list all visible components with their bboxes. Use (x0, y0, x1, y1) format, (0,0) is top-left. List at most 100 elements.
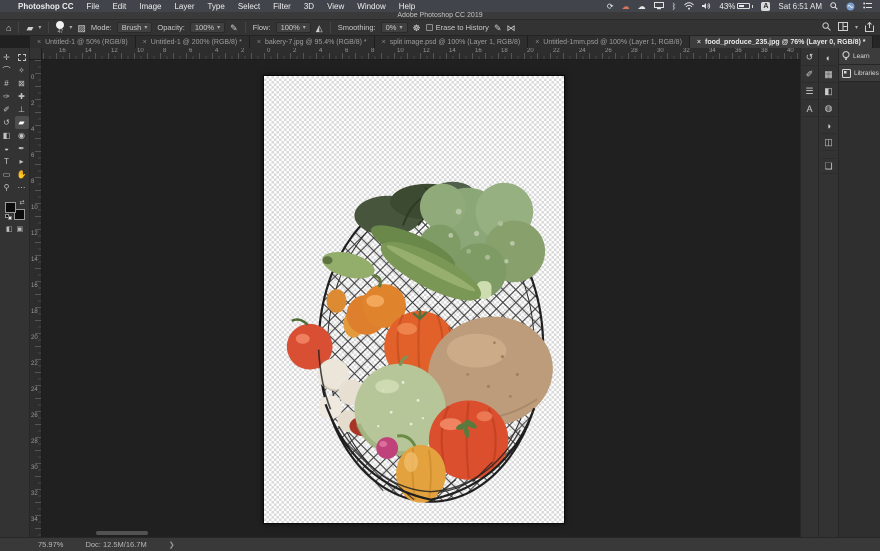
pen-tool[interactable]: ✒ (15, 142, 29, 155)
menu-help[interactable]: Help (399, 2, 415, 11)
quick-selection-tool[interactable]: ✧ (15, 64, 29, 77)
menu-view[interactable]: View (327, 2, 344, 11)
rectangular-marquee-tool[interactable] (15, 51, 29, 64)
type-tool[interactable]: T (0, 155, 14, 168)
wifi-icon[interactable] (684, 2, 694, 10)
document-tab[interactable]: ×Untitled-1 @ 50% (RGB/8) (30, 36, 136, 48)
chevron-down-icon[interactable]: ▾ (69, 24, 72, 31)
eyedropper-tool[interactable]: ✑ (0, 90, 14, 103)
quick-mask-icon[interactable]: ◧ (6, 225, 13, 233)
smoothing-options-gear-icon[interactable]: ☸ (413, 23, 421, 33)
document-tab[interactable]: ×Untitled-1 @ 200% (RGB/8) * (136, 36, 250, 48)
input-source-icon[interactable]: A (761, 2, 770, 11)
symmetry-icon[interactable]: ⋈ (506, 23, 515, 33)
erase-to-history-checkbox[interactable]: Erase to History (426, 23, 489, 32)
workspace-selector-icon[interactable] (838, 22, 848, 33)
layers-panel-icon[interactable]: ❏ (821, 158, 837, 174)
airbrush-icon[interactable]: ◭ (316, 23, 323, 33)
canvas-area[interactable]: 1816141210864202468101214161820222426283… (30, 48, 800, 537)
battery-indicator[interactable]: 43% (719, 2, 753, 11)
menu-clock[interactable]: Sat 6:51 AM (778, 2, 822, 11)
adjustments-panel-icon[interactable]: ◑ (821, 118, 837, 134)
character-panel-icon[interactable]: A (802, 101, 818, 117)
pressure-opacity-icon[interactable]: ✎ (230, 23, 238, 33)
document-canvas[interactable] (263, 75, 565, 524)
gradients-panel-icon[interactable]: ◧ (821, 84, 837, 100)
color-swatches[interactable]: ⇄ (5, 200, 25, 220)
crop-tool[interactable]: # (0, 77, 14, 90)
screen-mode-icon[interactable]: ▣ (17, 225, 24, 233)
close-tab-icon[interactable]: × (257, 39, 261, 46)
menu-photoshop-cc[interactable]: Photoshop CC (18, 2, 74, 11)
healing-brush-tool[interactable]: ✚ (15, 90, 29, 103)
home-icon[interactable]: ⌂ (6, 23, 11, 33)
menu-3d[interactable]: 3D (304, 2, 314, 11)
pressure-size-icon[interactable]: ✎ (494, 23, 502, 33)
edit-toolbar[interactable]: ⋯ (15, 181, 29, 194)
eraser-preset-icon[interactable]: ▰ (26, 23, 33, 33)
zoom-level-field[interactable]: 75.97% (38, 540, 63, 549)
menu-edit[interactable]: Edit (112, 2, 126, 11)
vertical-ruler[interactable]: 0246810121416182022242628303234 (30, 60, 42, 537)
toggle-brush-settings-icon[interactable]: ▨ (77, 23, 86, 33)
menu-window[interactable]: Window (357, 2, 385, 11)
search-icon[interactable] (822, 22, 831, 33)
zoom-tool[interactable]: ⚲ (0, 181, 14, 194)
brush-tool[interactable]: ✐ (0, 103, 14, 116)
libraries-panel-icon[interactable]: ◫ (821, 135, 837, 151)
close-tab-icon[interactable]: × (535, 39, 539, 46)
menu-file[interactable]: File (87, 2, 100, 11)
menu-layer[interactable]: Layer (174, 2, 194, 11)
document-tab[interactable]: ×bakery-7.jpg @ 95.4% (RGB/8) * (250, 36, 375, 48)
document-tab[interactable]: ×split image.psd @ 100% (Layer 1, RGB/8) (375, 36, 529, 48)
horizontal-ruler[interactable]: 1816141210864202468101214161820222426283… (30, 48, 800, 60)
flow-dropdown[interactable]: 100% ▾ (276, 22, 311, 33)
libraries-panel-tab[interactable]: Libraries (839, 65, 880, 82)
chevron-down-icon[interactable]: ▾ (38, 24, 41, 31)
gradient-tool[interactable]: ◧ (0, 129, 14, 142)
brush-settings-panel-icon[interactable]: ✐ (802, 67, 818, 83)
patterns-panel-icon[interactable]: ◍ (821, 101, 837, 117)
default-colors-icon[interactable] (5, 214, 12, 220)
lasso-tool[interactable]: ⌒ (0, 64, 14, 77)
sync-icon[interactable]: ⟳ (607, 2, 614, 11)
path-selection-tool[interactable]: ▸ (15, 155, 29, 168)
bluetooth-icon[interactable]: ᛒ (672, 2, 677, 11)
foreground-color-swatch[interactable] (5, 202, 16, 213)
color-panel-icon[interactable]: ◐ (821, 50, 837, 66)
swap-colors-icon[interactable]: ⇄ (19, 199, 24, 206)
close-tab-icon[interactable]: × (382, 39, 386, 46)
document-tab[interactable]: ×Untitled-1mm.psd @ 100% (Layer 1, RGB/8… (528, 36, 690, 48)
menu-select[interactable]: Select (238, 2, 260, 11)
dodge-tool[interactable]: ◒ (0, 142, 14, 155)
move-tool[interactable]: ✛ (0, 51, 14, 64)
volume-icon[interactable] (702, 2, 711, 10)
frame-tool[interactable]: ⊠ (15, 77, 29, 90)
blur-tool[interactable]: ◉ (15, 129, 29, 142)
history-brush-tool[interactable]: ↺ (0, 116, 14, 129)
close-tab-icon[interactable]: × (37, 39, 41, 46)
chevron-down-icon[interactable]: ▾ (855, 24, 858, 31)
learn-panel-tab[interactable]: Learn (839, 48, 880, 65)
smoothing-dropdown[interactable]: 0% ▾ (381, 22, 408, 33)
menu-type[interactable]: Type (207, 2, 224, 11)
menu-image[interactable]: Image (139, 2, 161, 11)
close-tab-icon[interactable]: × (697, 39, 701, 46)
share-icon[interactable] (865, 22, 874, 34)
clone-source-panel-icon[interactable]: ☰ (802, 84, 818, 100)
opacity-dropdown[interactable]: 100% ▾ (190, 22, 225, 33)
clone-stamp-tool[interactable]: ⊥ (15, 103, 29, 116)
icloud-icon[interactable]: ☁ (638, 2, 646, 11)
horizontal-scrollbar-thumb[interactable] (96, 531, 148, 535)
mode-dropdown[interactable]: Brush ▾ (117, 22, 153, 33)
creative-cloud-app-icon[interactable]: ☁ (622, 2, 630, 11)
display-icon[interactable] (654, 2, 664, 10)
status-options-chevron[interactable]: ❯ (169, 541, 175, 549)
brush-preset-picker[interactable]: 47 (56, 21, 64, 34)
close-tab-icon[interactable]: × (143, 39, 147, 46)
document-tab[interactable]: ×food_produce_235.jpg @ 76% (Layer 0, RG… (690, 36, 874, 48)
eraser-tool[interactable]: ▰ (15, 116, 29, 129)
menu-filter[interactable]: Filter (273, 2, 291, 11)
swatches-panel-icon[interactable]: ▦ (821, 67, 837, 83)
hand-tool[interactable]: ✋ (15, 168, 29, 181)
